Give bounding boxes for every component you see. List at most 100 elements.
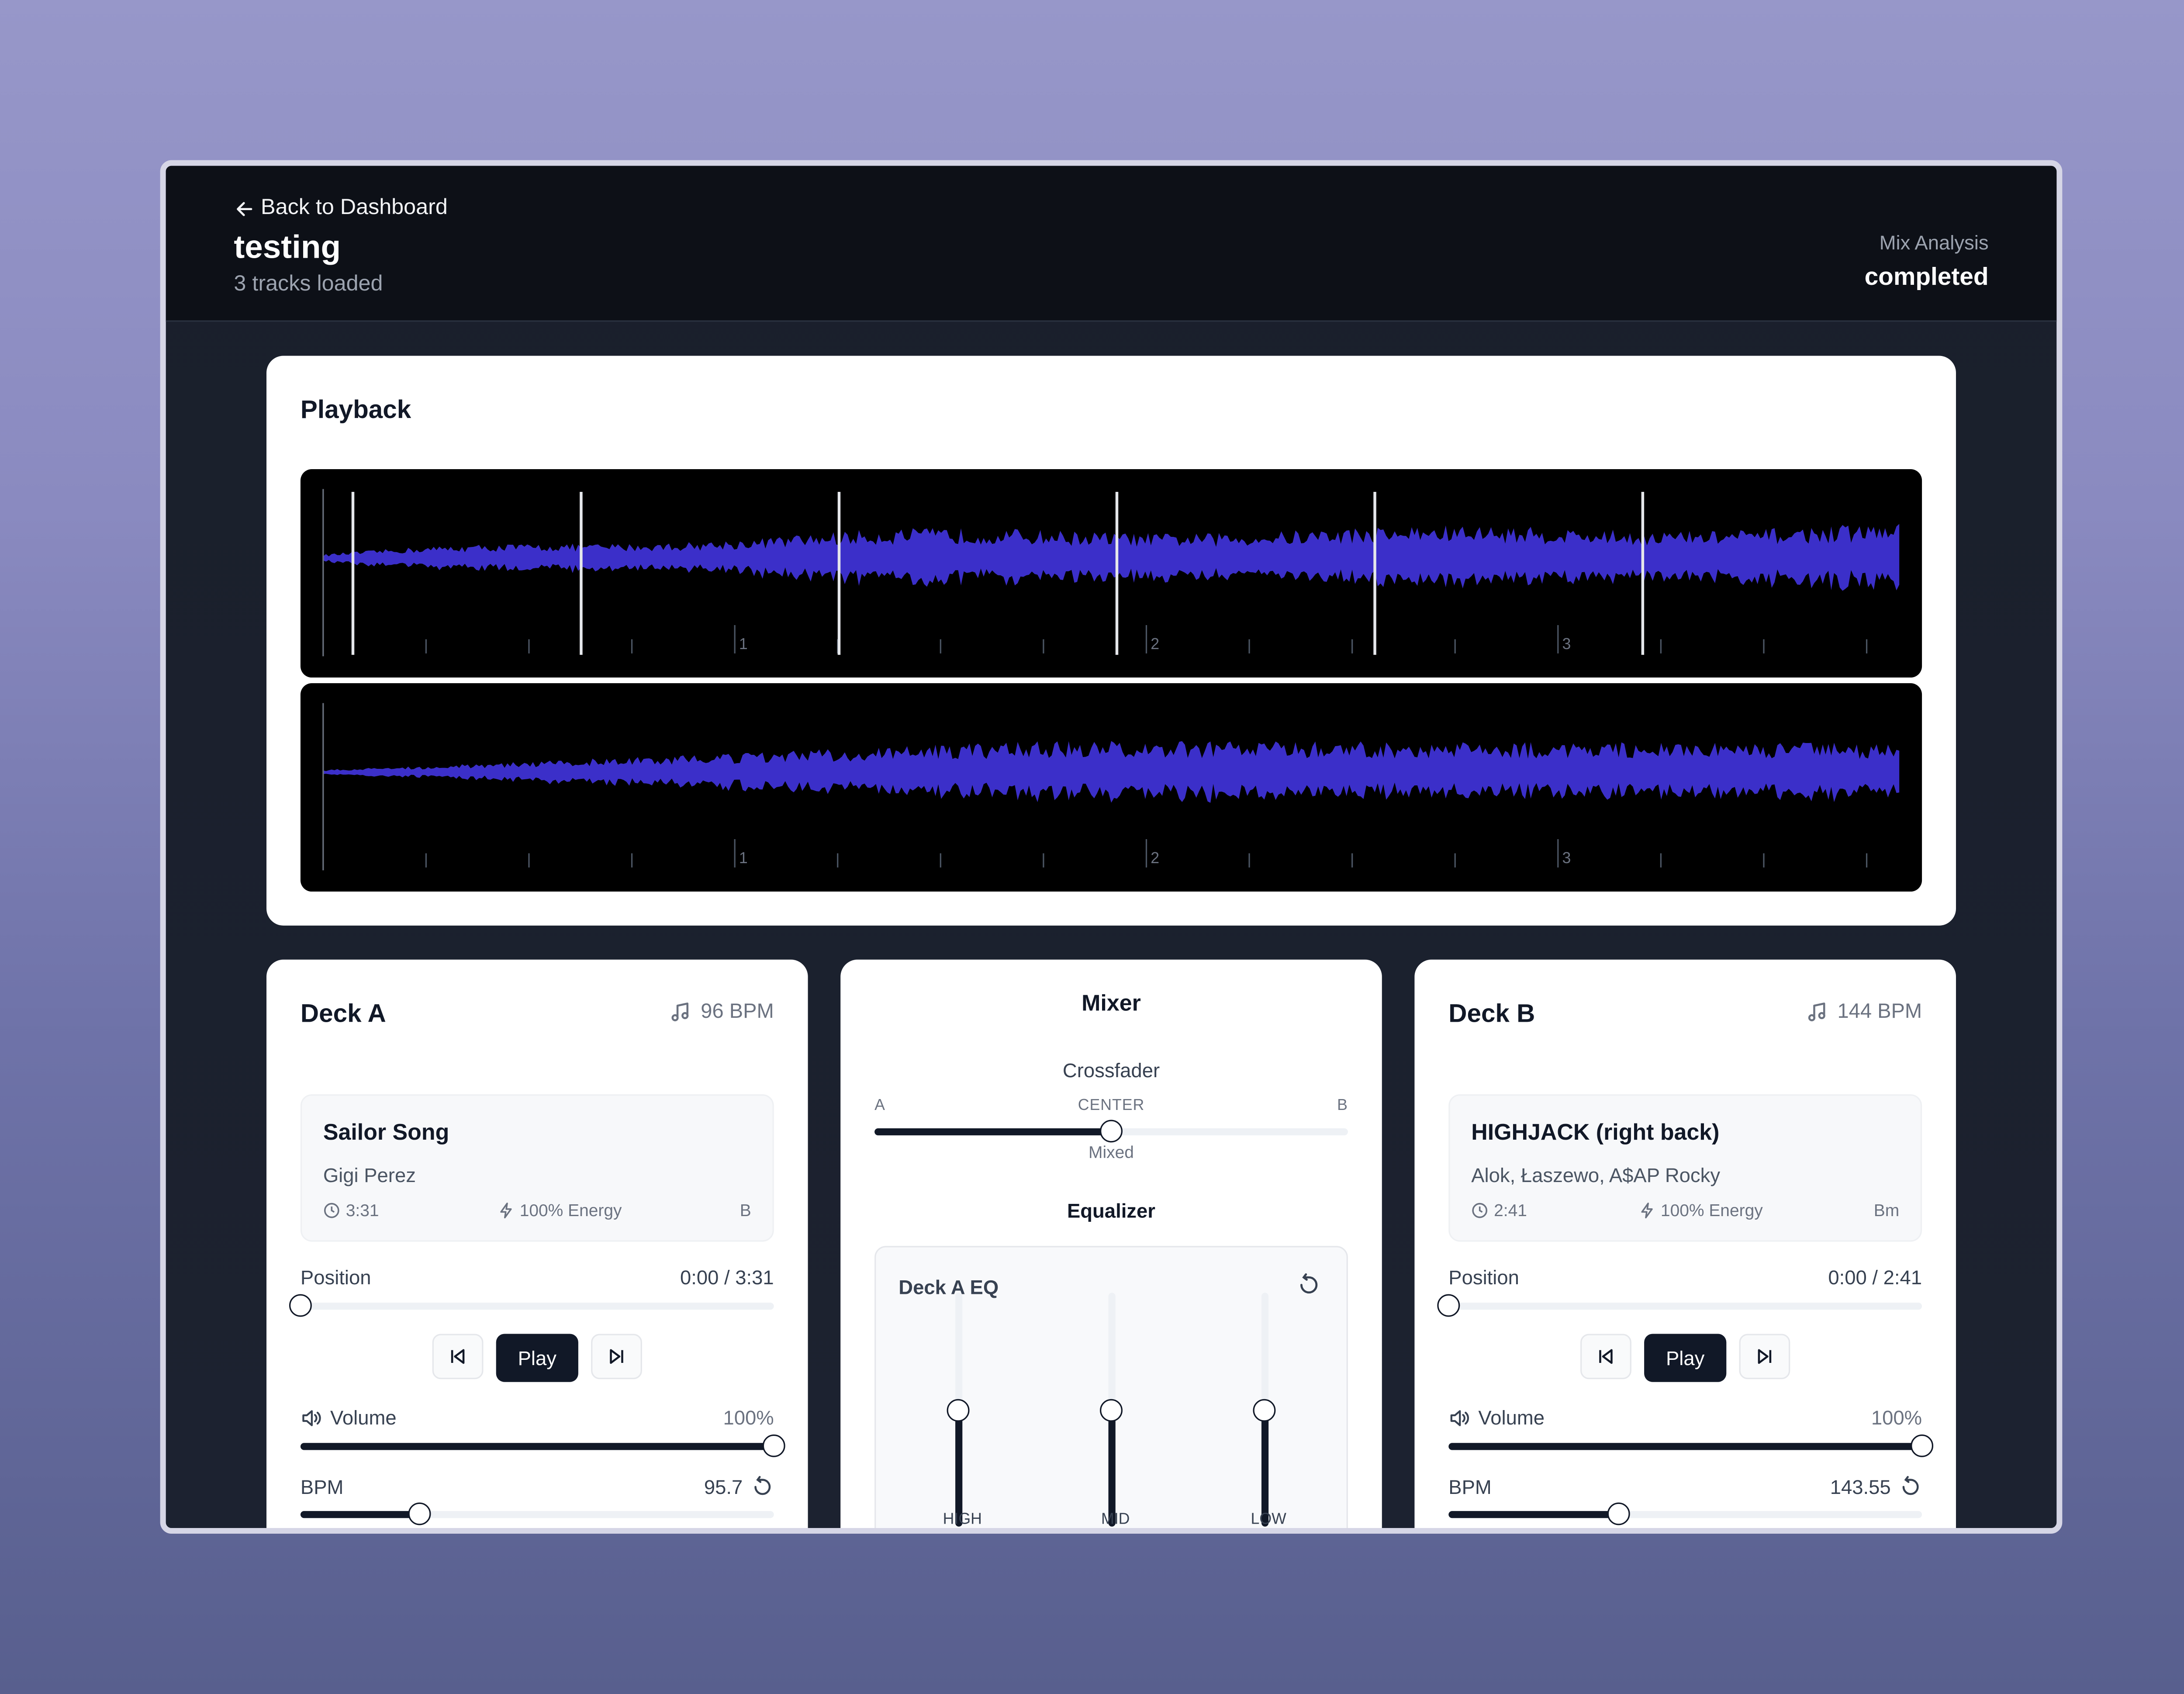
- waveform-track-2-canvas: 1 2 3: [322, 703, 1900, 871]
- back-link-label: Back to Dashboard: [261, 195, 448, 220]
- eq-high-thumb[interactable]: [947, 1398, 970, 1421]
- eq-title: Deck A EQ: [898, 1276, 999, 1299]
- deck-a-bpm-thumb[interactable]: [407, 1502, 430, 1525]
- deck-b-volume-label: Volume: [1448, 1406, 1545, 1429]
- skip-back-icon: [1599, 1349, 1613, 1364]
- deck-b-position-label: Position: [1448, 1265, 1519, 1289]
- waveform-track-2[interactable]: 1 2 3: [300, 683, 1922, 892]
- crossfader-state: Mixed: [1089, 1142, 1134, 1162]
- deck-a-volume-label: Volume: [301, 1406, 397, 1429]
- speaker-icon: [302, 1409, 321, 1426]
- deck-a-play-button[interactable]: Play: [496, 1334, 578, 1382]
- deck-a-track-title: Sailor Song: [323, 1121, 449, 1145]
- timeline-marker-label: 1: [739, 849, 748, 867]
- eq-high-fill: [955, 1410, 963, 1527]
- deck-a-volume-slider[interactable]: [300, 1434, 785, 1457]
- deck-b-skip-back-button[interactable]: [1580, 1334, 1631, 1379]
- deck-a-energy: 100% Energy: [497, 1200, 622, 1220]
- deck-a-bpm-slider[interactable]: [300, 1502, 774, 1525]
- eq-high-label: HIGH: [943, 1511, 982, 1528]
- deck-b-play-button[interactable]: Play: [1644, 1334, 1727, 1382]
- waveform-shape: [323, 741, 1900, 803]
- deck-a-position-thumb[interactable]: [289, 1294, 312, 1317]
- deck-b-key: Bm: [1873, 1200, 1900, 1220]
- deck-b-skip-forward-button[interactable]: [1739, 1334, 1790, 1379]
- deck-b-track-artist: Alok, Łaszewo, A$AP Rocky: [1471, 1164, 1721, 1186]
- page-title: testing: [234, 228, 341, 265]
- mixer-card: Mixer Crossfader A CENTER B Mixed Equali…: [840, 959, 1382, 1528]
- deck-a-skip-back-button[interactable]: [432, 1334, 484, 1379]
- timeline-marker-label: 2: [1151, 849, 1159, 867]
- crossfader-fill: [874, 1128, 1112, 1136]
- deck-a-eq-panel: Deck A EQ HIGH MID LOW: [874, 1246, 1348, 1528]
- deck-b-volume-slider[interactable]: [1448, 1434, 1934, 1457]
- deck-b-bpm-slider[interactable]: [1448, 1502, 1922, 1525]
- deck-b-bpm-value: 143.55: [1830, 1476, 1922, 1498]
- eq-low-thumb[interactable]: [1253, 1398, 1276, 1421]
- deck-b-position-thumb[interactable]: [1437, 1294, 1460, 1317]
- eq-reset-icon[interactable]: [1297, 1273, 1321, 1297]
- eq-low-fill: [1261, 1410, 1269, 1527]
- music-note-icon: [1808, 1003, 1826, 1021]
- deck-a-track-info: Sailor Song Gigi Perez 3:31 100% Energy …: [300, 1094, 774, 1242]
- deck-b-card: Deck B 144 BPM HIGHJACK (right back) Alo…: [1414, 959, 1956, 1528]
- deck-a-skip-forward-button[interactable]: [591, 1334, 642, 1379]
- deck-a-volume-text: Volume: [330, 1406, 397, 1429]
- clock-icon: [324, 1203, 339, 1218]
- deck-a-position-slider[interactable]: [289, 1294, 774, 1317]
- deck-b-duration-text: 2:41: [1494, 1200, 1527, 1220]
- playback-card: Playback 1 2 3 1 2 3: [266, 356, 1956, 926]
- tracks-loaded-count: 3 tracks loaded: [234, 272, 383, 297]
- deck-b-track-info: HIGHJACK (right back) Alok, Łaszewo, A$A…: [1448, 1094, 1922, 1242]
- waveform-track-1[interactable]: 1 2 3: [300, 469, 1922, 678]
- deck-b-bpm-fill: [1448, 1511, 1619, 1518]
- deck-b-energy: 100% Energy: [1638, 1200, 1763, 1220]
- crossfader-label: Crossfader: [1062, 1058, 1160, 1082]
- lightning-icon: [500, 1203, 511, 1219]
- deck-b-bpm-value-text: 143.55: [1830, 1475, 1891, 1498]
- back-to-dashboard-link[interactable]: Back to Dashboard: [234, 195, 448, 221]
- reset-icon[interactable]: [1899, 1476, 1922, 1498]
- crossfader-slider[interactable]: [874, 1120, 1348, 1143]
- deck-b-track-meta: 2:41 100% Energy Bm: [1471, 1200, 1899, 1220]
- timeline-marker-label: 2: [1151, 635, 1159, 653]
- deck-a-track-artist: Gigi Perez: [323, 1164, 416, 1186]
- status-label: Mix Analysis: [1879, 231, 1989, 254]
- deck-a-bpm-value-text: 95.7: [704, 1475, 743, 1498]
- skip-forward-icon: [610, 1349, 623, 1364]
- deck-a-duration-text: 3:31: [346, 1200, 379, 1220]
- deck-a-track-meta: 3:31 100% Energy B: [323, 1200, 751, 1220]
- deck-b-volume-text: Volume: [1478, 1406, 1545, 1429]
- deck-a-energy-text: 100% Energy: [519, 1200, 622, 1220]
- crossfader-right-label: B: [1337, 1097, 1348, 1114]
- crossfader-center-label: CENTER: [1078, 1097, 1145, 1114]
- deck-a-volume-thumb[interactable]: [762, 1434, 785, 1457]
- deck-a-volume-value: 100%: [723, 1406, 774, 1429]
- deck-b-duration: 2:41: [1471, 1200, 1527, 1220]
- deck-b-bpm-thumb[interactable]: [1607, 1502, 1631, 1525]
- deck-b-position-value: 0:00 / 2:41: [1828, 1265, 1922, 1289]
- deck-b-position-slider[interactable]: [1437, 1294, 1922, 1317]
- eq-high-slider[interactable]: [947, 1293, 970, 1527]
- app-header: Back to Dashboard testing 3 tracks loade…: [166, 166, 2057, 322]
- deck-a-transport: Play: [266, 1334, 808, 1382]
- crossfader-thumb[interactable]: [1100, 1120, 1123, 1143]
- deck-b-bpm-text: 144 BPM: [1837, 1000, 1922, 1023]
- waveform-shape: [323, 524, 1900, 591]
- deck-b-track-title: HIGHJACK (right back): [1471, 1121, 1720, 1145]
- deck-b-volume-thumb[interactable]: [1911, 1434, 1934, 1457]
- timeline-marker-label: 3: [1562, 849, 1571, 867]
- mixer-title: Mixer: [1082, 992, 1141, 1016]
- eq-mid-thumb[interactable]: [1100, 1398, 1123, 1421]
- eq-low-slider[interactable]: [1253, 1293, 1276, 1527]
- crossfader-left-label: A: [874, 1097, 885, 1114]
- deck-b-transport: Play: [1414, 1334, 1956, 1382]
- crossfader-scale: A CENTER B: [874, 1097, 1348, 1114]
- music-note-icon: [672, 1003, 689, 1021]
- eq-mid-slider[interactable]: [1100, 1293, 1123, 1527]
- reset-icon[interactable]: [751, 1476, 774, 1498]
- deck-a-position-label: Position: [300, 1265, 371, 1289]
- speaker-icon: [1450, 1409, 1469, 1426]
- deck-b-energy-text: 100% Energy: [1660, 1200, 1763, 1220]
- timeline-marker-label: 3: [1562, 635, 1571, 653]
